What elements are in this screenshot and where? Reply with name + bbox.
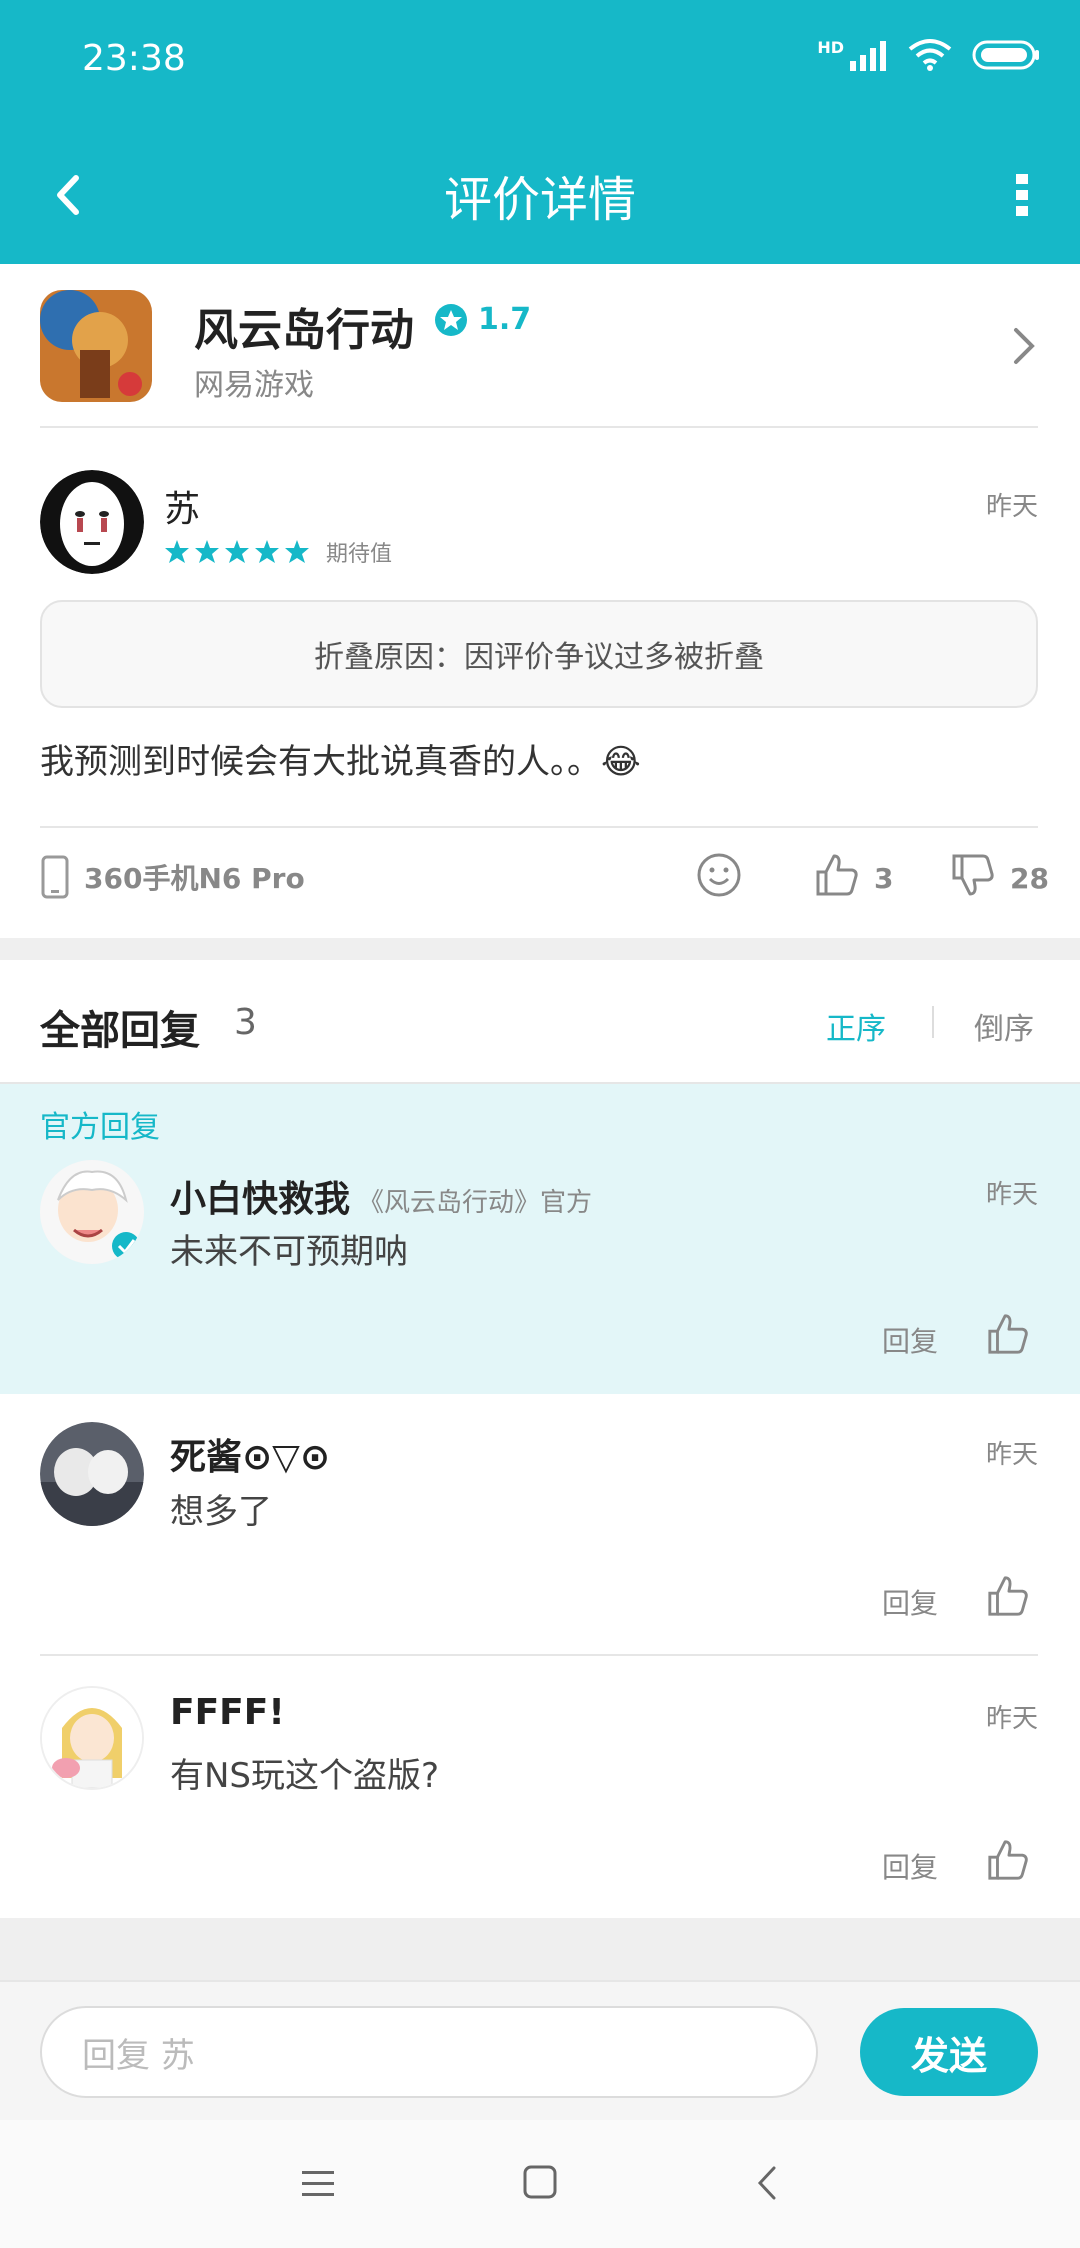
sort-separator xyxy=(932,1006,934,1038)
emoji-reaction-icon[interactable] xyxy=(696,852,742,898)
menu-icon[interactable] xyxy=(300,2168,336,2200)
reply-item: FFFF! 昨天 有NS玩这个盗版? 回复 xyxy=(0,1656,1080,1918)
battery-icon xyxy=(972,40,1039,70)
reply-avatar[interactable] xyxy=(40,1160,144,1264)
thumbs-up-icon[interactable] xyxy=(986,1312,1030,1356)
fold-reason-box: 折叠原因：因评价争议过多被折叠 xyxy=(40,600,1038,708)
phone-icon xyxy=(41,855,69,899)
reply-avatar[interactable] xyxy=(40,1422,144,1526)
game-name: 风云岛行动 xyxy=(194,305,414,356)
game-rating: 1.7 xyxy=(434,302,531,337)
rating-star-icon xyxy=(435,303,467,336)
app-bar: 评价详情 xyxy=(0,124,1080,264)
star-icon xyxy=(195,540,219,563)
page-title: 评价详情 xyxy=(443,172,636,228)
section-gap xyxy=(0,938,1080,960)
reply-item: 官方回复 小白快救我 《风云岛行动》官方 昨天 未来不可预期呐 回复 xyxy=(0,1084,1080,1394)
reply-author-name[interactable]: 死酱⊙▽⊙ xyxy=(170,1428,330,1480)
game-developer: 网易游戏 xyxy=(194,368,314,403)
reply-time: 昨天 xyxy=(985,1440,1038,1470)
status-bar: 23:38 HD xyxy=(0,0,1080,124)
network-type-label: HD xyxy=(817,38,844,57)
reply-author-name[interactable]: FFFF! xyxy=(170,1692,285,1733)
star-label: 期待值 xyxy=(326,542,393,567)
reply-composer: 回复 苏 发送 xyxy=(0,1980,1080,2120)
reply-text: 有NS玩这个盗版? xyxy=(170,1756,440,1796)
signal-icon xyxy=(850,41,886,71)
star-icon xyxy=(225,540,249,563)
reply-time: 昨天 xyxy=(985,1704,1038,1734)
sort-ascending-tab[interactable]: 正序 xyxy=(826,1004,886,1048)
game-card[interactable]: 风云岛行动 1.7 网易游戏 xyxy=(0,264,1080,428)
reviewer-avatar[interactable] xyxy=(40,470,144,574)
device-info: 360手机N6 Pro xyxy=(40,854,305,900)
reply-avatar[interactable] xyxy=(40,1686,144,1790)
reply-time: 昨天 xyxy=(985,1180,1038,1210)
star-icon xyxy=(255,540,279,563)
official-reply-label: 官方回复 xyxy=(40,1110,160,1145)
more-options-icon[interactable] xyxy=(1010,160,1034,230)
wifi-icon xyxy=(908,39,952,71)
chevron-right-icon xyxy=(1014,328,1035,364)
status-icons: HD xyxy=(817,38,1040,72)
reply-author-name: 小白快救我 xyxy=(170,1179,351,1220)
thumbs-up-icon[interactable] xyxy=(814,852,860,898)
thumbs-down-icon[interactable] xyxy=(950,852,996,898)
star-icon xyxy=(285,540,309,563)
replies-header: 全部回复 3 正序 倒序 xyxy=(0,960,1080,1084)
reply-button[interactable]: 回复 xyxy=(882,1320,938,1360)
replies-count: 3 xyxy=(234,1002,257,1043)
nav-back-icon[interactable] xyxy=(754,2164,780,2202)
send-button[interactable]: 发送 xyxy=(860,2008,1038,2096)
official-tag: 《风云岛行动》官方 xyxy=(358,1188,593,1218)
reply-author[interactable]: 小白快救我 《风云岛行动》官方 xyxy=(170,1170,592,1222)
review-time: 昨天 xyxy=(985,492,1038,522)
star-icon xyxy=(165,540,189,563)
replies-title: 全部回复 xyxy=(40,1008,200,1054)
status-time: 23:38 xyxy=(82,38,186,79)
reply-text: 未来不可预期呐 xyxy=(170,1232,408,1272)
game-rating-value: 1.7 xyxy=(478,302,532,337)
reply-button[interactable]: 回复 xyxy=(882,1582,938,1622)
reply-input[interactable]: 回复 苏 xyxy=(40,2006,818,2098)
sort-descending-tab[interactable]: 倒序 xyxy=(974,1004,1034,1048)
star-rating: 期待值 xyxy=(164,536,392,568)
device-name: 360手机N6 Pro xyxy=(84,862,305,895)
home-icon[interactable] xyxy=(522,2164,558,2200)
reply-item: 死酱⊙▽⊙ 昨天 想多了 回复 xyxy=(0,1394,1080,1656)
thumbs-up-icon[interactable] xyxy=(986,1838,1030,1882)
like-count: 3 xyxy=(874,862,894,895)
system-nav-bar xyxy=(0,2120,1080,2248)
dislike-count: 28 xyxy=(1010,862,1049,895)
reply-button[interactable]: 回复 xyxy=(882,1846,938,1886)
review-card: 苏 期待值 昨天 折叠原因：因评价争议过多被折叠 我预测到时候会有大批说真香的人… xyxy=(0,428,1080,938)
game-icon xyxy=(40,290,152,402)
thumbs-up-icon[interactable] xyxy=(986,1574,1030,1618)
review-footer: 360手机N6 Pro 3 28 xyxy=(0,828,1080,938)
reviewer-name[interactable]: 苏 xyxy=(164,480,200,532)
review-text: 我预测到时候会有大批说真香的人。。😂 xyxy=(40,742,641,782)
reply-text: 想多了 xyxy=(170,1492,272,1532)
list-end-area xyxy=(0,1918,1080,1980)
